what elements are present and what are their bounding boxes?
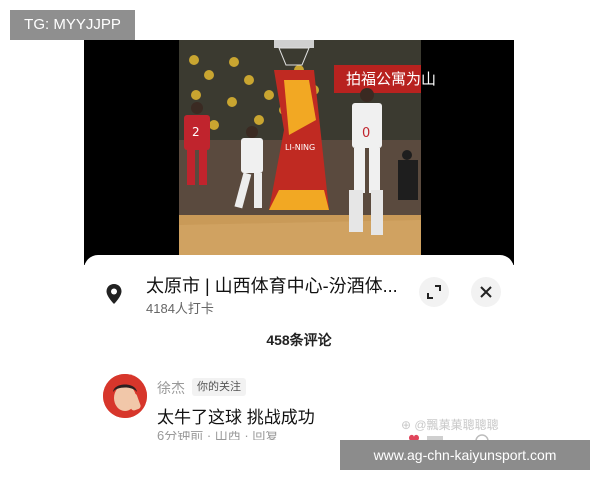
- comment-meta-text: 6分钟前 · 山西 · 回复: [157, 431, 279, 440]
- watermark-url: www.ag-chn-kaiyunsport.com: [340, 440, 590, 470]
- video-banner-text: 拍福公寓为山: [346, 70, 436, 88]
- avatar-image: [103, 374, 147, 418]
- video-frame: 拍福公寓为山 LI-NING 2 0: [84, 40, 514, 265]
- comment-count: 458条评论: [266, 332, 332, 348]
- expand-icon: [427, 285, 441, 299]
- weibo-watermark: ⊕ @飄菓菓聰聰聰: [401, 418, 499, 432]
- checkin-count: 4184人打卡: [146, 301, 214, 316]
- avatar[interactable]: [103, 374, 147, 418]
- player-left-number: 2: [192, 125, 200, 139]
- comment-username[interactable]: 徐杰: [157, 378, 185, 398]
- comment-meta: 6分钟前 · 山西 · 回复: [157, 431, 307, 440]
- close-button[interactable]: [471, 277, 501, 307]
- player-right-number: 0: [362, 126, 370, 141]
- comment-text: 太牛了这球 挑战成功: [157, 408, 315, 427]
- watermark-tag: TG: MYYJJPP: [10, 10, 135, 40]
- close-icon: [480, 286, 492, 298]
- follow-badge: 你的关注: [192, 378, 246, 396]
- expand-button[interactable]: [419, 277, 449, 307]
- video-brand: LI-NING: [285, 143, 315, 152]
- court-scene: 拍福公寓为山 LI-NING 2 0: [179, 40, 436, 265]
- video-player[interactable]: 拍福公寓为山 LI-NING 2 0: [84, 40, 514, 265]
- location-pin-icon: [106, 284, 122, 304]
- screen: TG: MYYJJPP 拍福公寓为山 LI-NING 2 0 太原市 | 山西体…: [0, 0, 600, 480]
- location-title[interactable]: 太原市 | 山西体育中心-汾酒体...: [146, 272, 406, 298]
